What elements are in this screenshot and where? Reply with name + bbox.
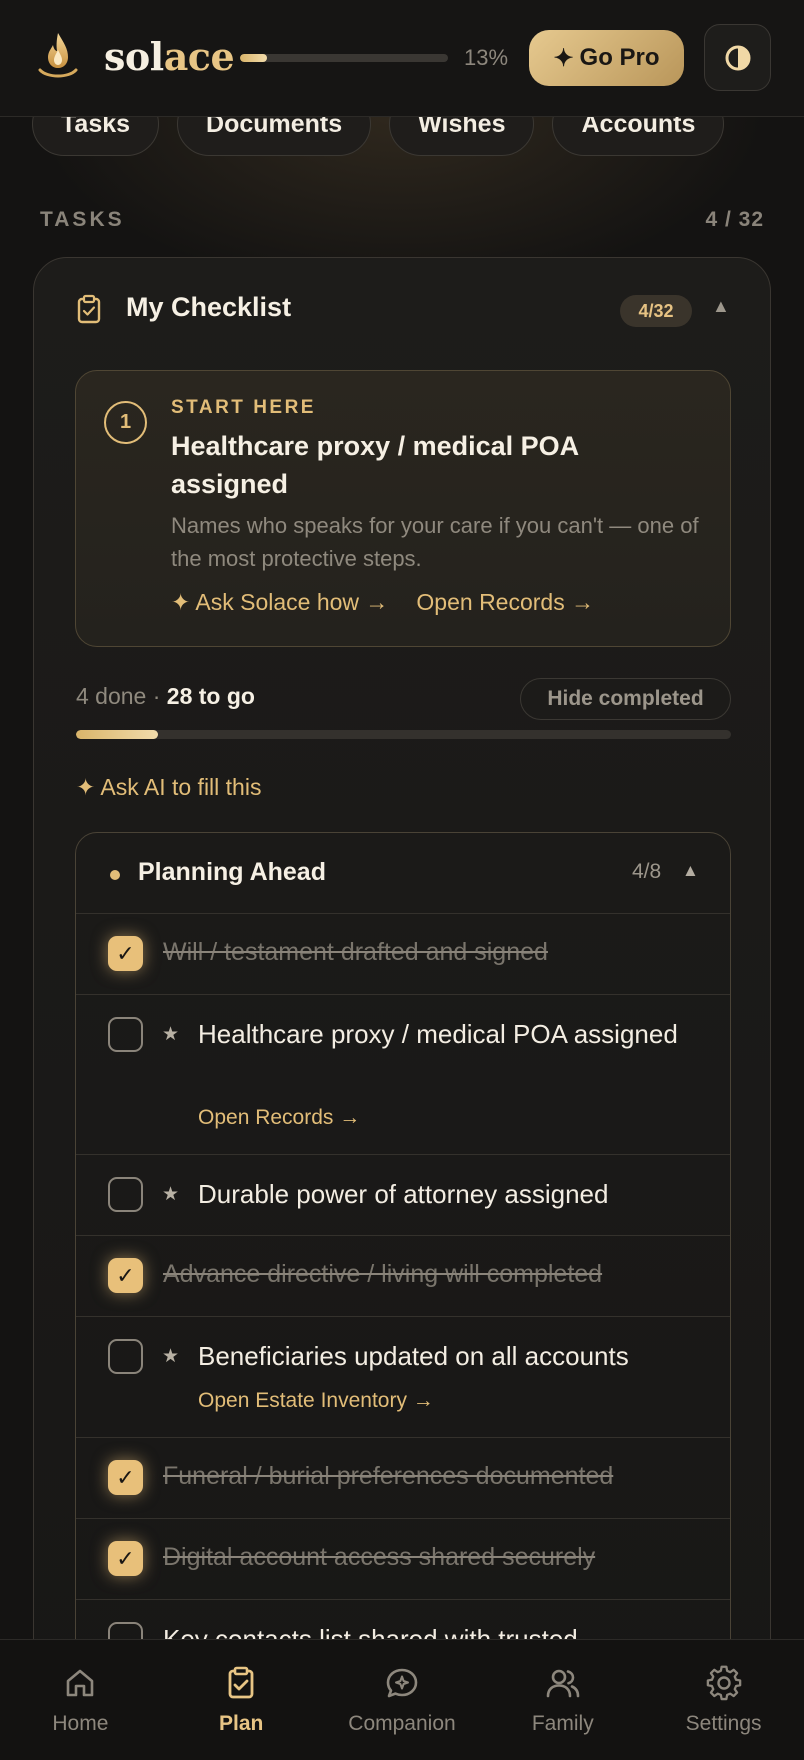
app-logo-text[interactable]: solace (104, 34, 235, 79)
group-title: Planning Ahead (138, 858, 326, 886)
item-text: Will / testament drafted and signed (163, 938, 548, 966)
gear-icon (706, 1665, 741, 1701)
start-here-description: Names who speaks for your care if you ca… (171, 513, 699, 571)
checkbox[interactable] (108, 1017, 143, 1052)
start-here-links: ✦ Ask Solace how → Open Records → (171, 589, 594, 616)
open-records-link[interactable]: Open Records → (416, 589, 594, 616)
checklist-progress-bar (76, 730, 731, 739)
nav-companion-label: Companion (348, 1712, 456, 1735)
checkbox[interactable] (108, 1177, 143, 1212)
people-icon (546, 1669, 580, 1698)
item-text: Beneficiaries updated on all accounts (198, 1341, 629, 1371)
item-text: Funeral / burial preferences documented (163, 1462, 614, 1490)
nav-settings[interactable]: Settings (643, 1640, 804, 1760)
nav-plan[interactable]: Plan (161, 1640, 322, 1760)
checkbox-checked[interactable]: ✓ (108, 1460, 143, 1495)
list-item: ✓ Advance directive / living will comple… (76, 1236, 730, 1317)
start-here-title: Healthcare proxy / medical POA assigned (171, 431, 579, 499)
nav-family-label: Family (531, 1712, 594, 1735)
checklist-title: My Checklist (126, 292, 292, 322)
open-records-link[interactable]: Open Records → (198, 1106, 360, 1130)
list-item: ★ Durable power of attorney assigned (76, 1155, 730, 1236)
checklist-count-badge: 4/32 (620, 295, 692, 327)
star-icon: ★ (162, 1024, 180, 1045)
nav-plan-label: Plan (219, 1712, 264, 1735)
list-item: ✓ Digital account access shared securely (76, 1519, 730, 1600)
checklist-card: My Checklist 4/32 ▲ 1 START HERE Healthc… (33, 257, 771, 1640)
overall-progress-bar (240, 54, 448, 62)
hide-completed-button[interactable]: Hide completed (520, 678, 731, 720)
list-item: ✓ Funeral / burial preferences documente… (76, 1438, 730, 1519)
nav-home-label: Home (52, 1712, 109, 1735)
to-go-count-text: 28 to go (166, 683, 255, 709)
overall-progress-fill (240, 54, 268, 62)
start-here-kicker: START HERE (171, 397, 316, 418)
go-pro-label: Go Pro (579, 44, 660, 71)
start-here-card: 1 START HERE Healthcare proxy / medical … (75, 370, 731, 647)
group-header[interactable]: Planning Ahead 4/8 ▲ (76, 833, 730, 914)
item-text: Digital account access shared securely (163, 1543, 596, 1571)
list-item: ✓ Will / testament drafted and signed (76, 914, 730, 995)
plan-content[interactable]: Tasks Documents Wishes Accounts TASKS 4 … (0, 0, 804, 1640)
star-icon: ★ (162, 1346, 180, 1367)
checkbox[interactable] (108, 1622, 143, 1640)
group-collapse-caret-icon[interactable]: ▲ (682, 861, 699, 881)
checkbox-checked[interactable]: ✓ (108, 1541, 143, 1576)
collapse-caret-icon[interactable]: ▲ (712, 296, 730, 317)
checkbox-checked[interactable]: ✓ (108, 936, 143, 971)
group-planning-ahead: Planning Ahead 4/8 ▲ ✓ Will / testament … (75, 832, 731, 1640)
step-number: 1 (104, 401, 147, 444)
item-text: Healthcare proxy / medical POA assigned (198, 1019, 678, 1049)
star-icon: ★ (162, 1184, 180, 1205)
item-text: Advance directive / living will complete… (163, 1260, 603, 1288)
ask-solace-link[interactable]: ✦ Ask Solace how → (171, 589, 388, 616)
clipboard-icon (77, 294, 101, 324)
flame-logo-icon (38, 33, 78, 78)
list-item: ★ Healthcare proxy / medical POA assigne… (76, 995, 730, 1155)
logo-accent: ace (163, 34, 235, 79)
item-text: Durable power of attorney assigned (198, 1179, 609, 1209)
progress-summary: 4 done · 28 to go (76, 683, 255, 710)
section-label: TASKS (40, 208, 125, 231)
item-text: Key contacts list shared with trusted (163, 1624, 578, 1640)
home-icon (67, 1669, 94, 1697)
section-count: 4 / 32 (705, 208, 764, 231)
ask-ai-fill-link[interactable]: ✦ Ask AI to fill this (76, 774, 261, 801)
chat-sparkle-icon (386, 1668, 418, 1698)
list-item: ★ Beneficiaries updated on all accounts … (76, 1317, 730, 1438)
app-header: solace 13% ✦ Go Pro (0, 0, 804, 117)
contrast-icon (725, 45, 750, 70)
overall-progress-label: 13% (464, 45, 509, 70)
clipboard-icon (228, 1666, 254, 1699)
theme-toggle-button[interactable] (704, 24, 771, 91)
nav-companion[interactable]: Companion (322, 1640, 483, 1760)
nav-family[interactable]: Family (482, 1640, 643, 1760)
nav-settings-label: Settings (685, 1712, 762, 1735)
checkbox[interactable] (108, 1339, 143, 1374)
sparkle-icon: ✦ (553, 44, 574, 72)
checkbox-checked[interactable]: ✓ (108, 1258, 143, 1293)
list-item: Key contacts list shared with trusted (76, 1600, 730, 1640)
open-estate-inventory-link[interactable]: Open Estate Inventory → (198, 1389, 434, 1413)
done-count-text: 4 done · (76, 683, 167, 709)
nav-home[interactable]: Home (0, 1640, 161, 1760)
group-count: 4/8 (632, 860, 662, 883)
checklist-progress-fill (76, 730, 158, 739)
bottom-nav: Home Plan Companion Family Settings (0, 1639, 804, 1760)
group-dot (110, 870, 120, 880)
go-pro-button[interactable]: ✦ Go Pro (529, 30, 684, 86)
logo-prefix: sol (104, 34, 164, 79)
